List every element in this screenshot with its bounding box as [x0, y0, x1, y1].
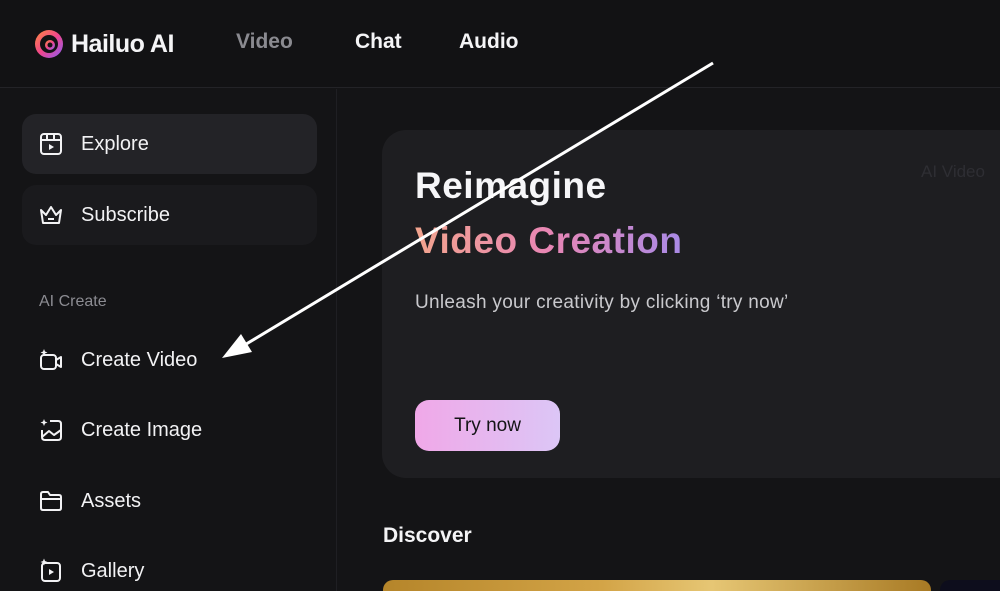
sidebar-item-label: Subscribe — [81, 203, 170, 226]
video-sparkle-icon — [40, 349, 62, 370]
hero-subtitle: Unleash your creativity by clicking ‘try… — [415, 292, 789, 313]
section-label-ai-create: AI Create — [39, 293, 107, 310]
sidebar-item-label: Create Video — [81, 349, 198, 371]
try-now-button[interactable]: Try now — [415, 400, 560, 451]
sidebar-item-label: Create Image — [81, 419, 203, 441]
folder-icon — [40, 491, 62, 511]
crown-icon — [40, 206, 62, 224]
film-icon — [40, 133, 62, 155]
nav-audio[interactable]: Audio — [459, 30, 518, 54]
sidebar-item-create-video[interactable]: Create Video — [22, 337, 317, 383]
hailuo-logo-icon — [35, 30, 63, 58]
discover-heading: Discover — [383, 524, 472, 547]
sidebar-item-create-image[interactable]: Create Image — [22, 407, 317, 453]
discover-thumbnail[interactable] — [383, 580, 931, 591]
image-sparkle-icon — [40, 419, 62, 441]
top-navigation-bar: Hailuo AI Video Chat Audio — [0, 0, 1000, 88]
gallery-play-icon — [40, 558, 61, 582]
hailuo-logo[interactable]: Hailuo AI — [33, 28, 174, 60]
logo-text: Hailuo AI — [71, 29, 174, 58]
discover-thumbnail[interactable] — [940, 580, 1000, 591]
hero-title: Reimagine — [415, 165, 607, 206]
nav-chat[interactable]: Chat — [355, 30, 402, 54]
sidebar-item-assets[interactable]: Assets — [22, 478, 317, 524]
sidebar: Explore Subscribe AI Create Create Video… — [0, 89, 337, 591]
sidebar-item-subscribe[interactable]: Subscribe — [22, 185, 317, 245]
hero-tag: AI Video — [921, 162, 985, 181]
hero-banner: Reimagine Video Creation Unleash your cr… — [382, 130, 1000, 478]
sidebar-item-label: Explore — [81, 132, 149, 155]
sidebar-item-explore[interactable]: Explore — [22, 114, 317, 174]
hero-title-gradient: Video Creation — [415, 220, 683, 261]
sidebar-item-gallery[interactable]: Gallery — [22, 548, 317, 591]
sidebar-item-label: Gallery — [81, 560, 145, 582]
nav-video[interactable]: Video — [236, 30, 293, 54]
sidebar-item-label: Assets — [81, 490, 142, 512]
